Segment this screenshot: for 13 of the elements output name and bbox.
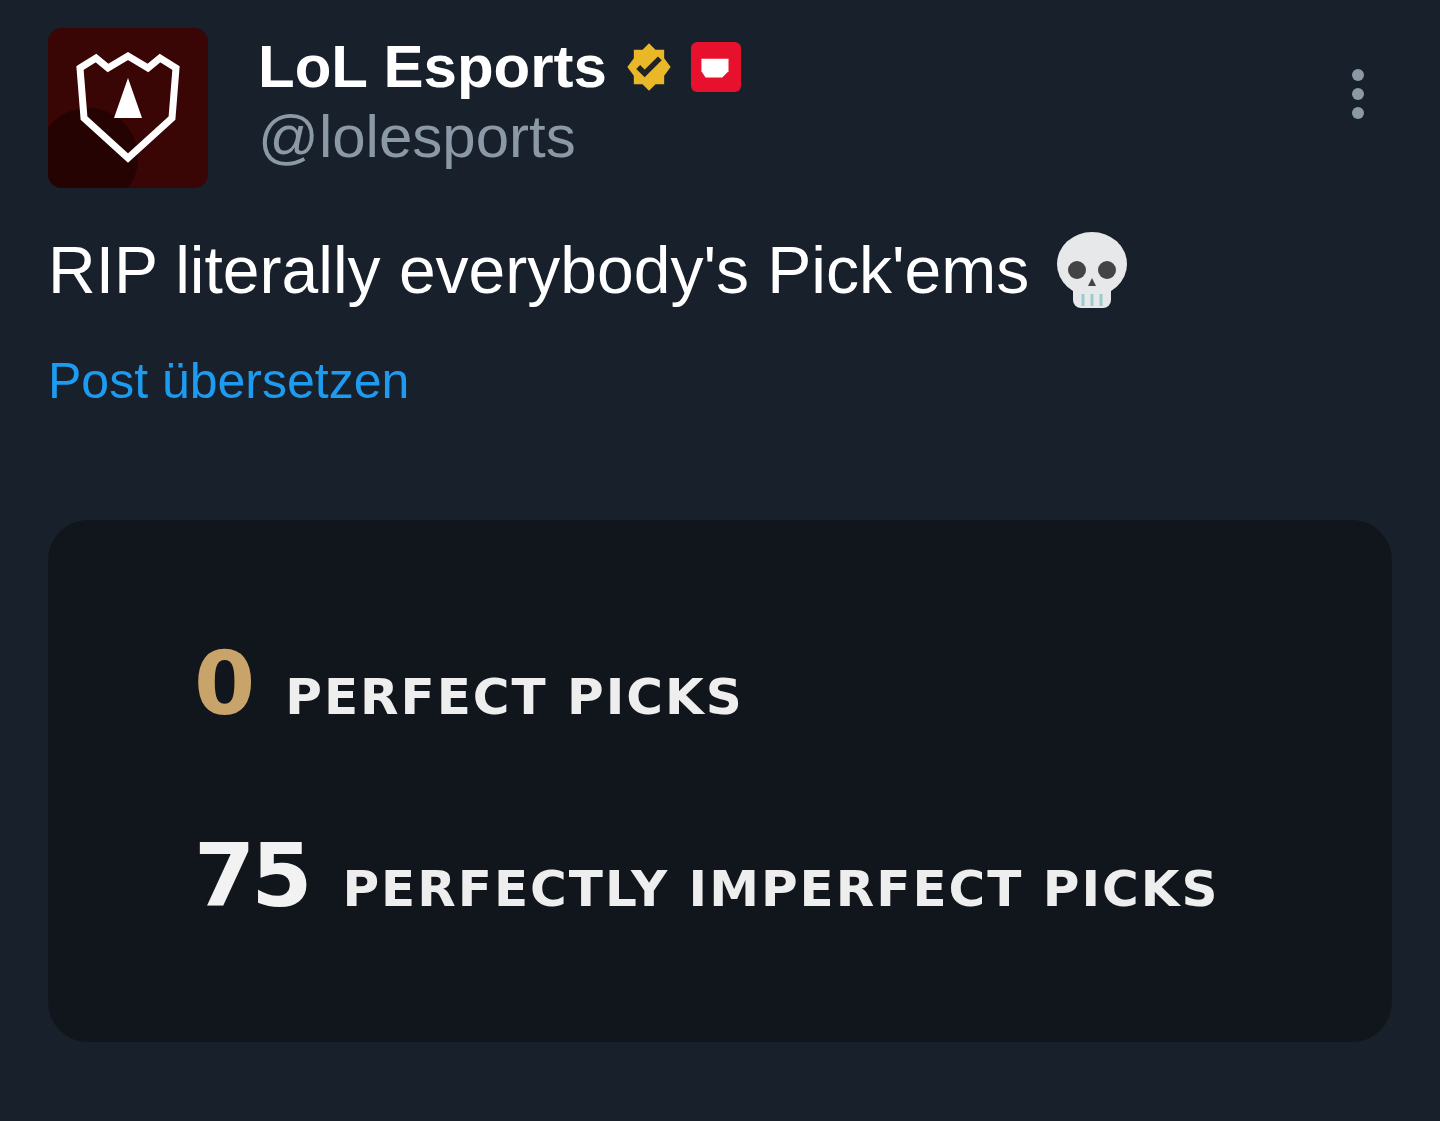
stat-label: PERFECT PICKS	[285, 668, 744, 726]
skull-icon	[1055, 230, 1130, 310]
media-card[interactable]: 0 PERFECT PICKS 75 PERFECTLY IMPERFECT PICKS	[48, 520, 1392, 1042]
translate-link[interactable]: Post übersetzen	[48, 352, 410, 410]
stat-label: PERFECTLY IMPERFECT PICKS	[342, 860, 1220, 918]
stat-number: 0	[194, 644, 252, 724]
post-text: RIP literally everybody's Pick'ems	[48, 232, 1030, 309]
affiliate-badge-icon[interactable]	[690, 42, 741, 92]
account-handle[interactable]: @lolesports	[258, 102, 1350, 172]
account-name[interactable]: LoL Esports	[258, 32, 607, 102]
stat-number: 75	[194, 836, 309, 916]
avatar-image[interactable]	[48, 28, 208, 188]
more-options-icon[interactable]	[1350, 68, 1366, 120]
